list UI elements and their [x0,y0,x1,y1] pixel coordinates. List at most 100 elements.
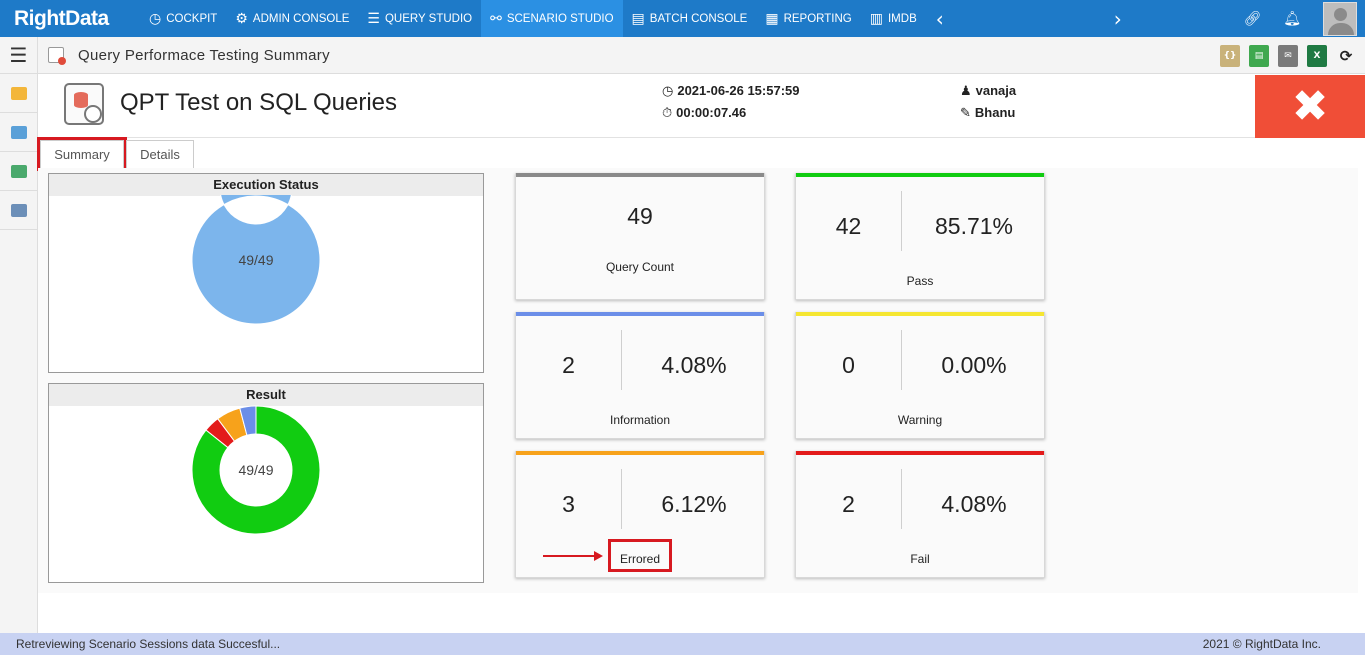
card-color-bar [516,312,764,316]
nav-label: SCENARIO STUDIO [506,12,614,25]
close-button[interactable]: ✖ [1255,75,1365,138]
page-title: Query Performace Testing Summary [78,46,330,64]
run-user: ♟ vanaja [960,83,1016,99]
nav-scenario-studio[interactable]: ⚯ SCENARIO STUDIO [481,0,623,37]
clock-icon: ◷ [662,83,674,98]
warning-label: Warning [897,413,943,427]
imdb-icon: ▥ [869,10,883,26]
batch-icon: ▤ [631,10,645,26]
qpt-scenario-icon [64,83,104,125]
pass-percent: 85.71% [934,213,1013,239]
nav-label: BATCH CONSOLE [649,12,748,25]
refresh-icon[interactable]: ⟳ [1336,44,1356,67]
nav-batch-console[interactable]: ▤ BATCH CONSOLE [623,0,757,37]
scenario-title: QPT Test on SQL Queries [120,89,398,116]
execution-status-panel: Execution Status 49/49 [48,151,484,373]
query-count-value: 49 [627,203,653,229]
email-icon[interactable]: ✉ [1278,44,1298,67]
top-nav: RightData ◷ COCKPIT ⚙ ADMIN CONSOLE ☰ QUERY… [0,0,1365,37]
card-color-bar [796,451,1044,455]
run-datetime: ◷ 2021-06-26 15:57:59 [662,83,800,99]
scenario-header: QPT Test on SQL Queries ◷ 2021-06-26 15:5… [38,75,1365,138]
tab-bar: Summary Details [37,137,1365,171]
brand-logo[interactable]: RightData [0,7,140,31]
card-color-bar [516,451,764,455]
query-count-label: Query Count [605,260,675,274]
json-export-icon[interactable]: {} [1220,44,1240,67]
gear-icon: ⚙ [235,10,248,26]
nav-admin-console[interactable]: ⚙ ADMIN CONSOLE [226,0,358,37]
nav-label: COCKPIT [166,12,218,25]
nav-reporting[interactable]: ▦ REPORTING [756,0,860,37]
tab-summary[interactable]: Summary [37,137,127,171]
fail-card[interactable]: 2 4.08% Fail [795,451,1045,578]
hamburger-menu-icon[interactable]: ☰ [0,37,37,74]
fail-label: Fail [910,552,930,566]
page-title-bar: Query Performace Testing Summary {} ▤ ✉ … [38,37,1365,74]
pass-card[interactable]: 42 85.71% Pass [795,173,1045,300]
link-icon[interactable]: 🔗︎ [1243,11,1261,27]
annotation-arrow-line [543,555,595,557]
stopwatch-icon: ⏱ [662,105,673,120]
result-chart: 49/49 [191,405,321,535]
card-color-bar [516,173,764,177]
card-color-bar [796,173,1044,177]
avatar[interactable] [1323,1,1357,36]
warning-percent: 0.00% [941,352,1007,378]
information-count: 2 [562,352,575,378]
run-duration: ⏱ 00:00:07.46 [662,105,746,121]
sidebar-monitor-icon[interactable] [0,152,37,191]
errored-percent: 6.12% [661,491,727,517]
status-bar: Retreviewing Scenario Sessions data Succ… [0,633,1365,655]
sidebar-settings-icon[interactable] [0,191,37,230]
scenario-icon: ⚯ [490,10,502,26]
left-sidebar: ☰ [0,37,38,633]
result-panel: Result 49/49 [48,383,484,583]
editor-value: Bhanu [974,105,1016,120]
nav-label: REPORTING [783,12,852,25]
information-label: Information [609,413,671,427]
database-icon [74,92,88,108]
duration-value: 00:00:07.46 [676,105,747,120]
summary-content: Execution Status 49/49 Result 49/49 49 Q… [38,151,1365,633]
nav-cockpit[interactable]: ◷ COCKPIT [140,0,226,37]
information-card[interactable]: 2 4.08% Information [515,312,765,439]
query-count-card[interactable]: 49 Query Count [515,173,765,300]
tab-details[interactable]: Details [126,140,194,168]
nav-label: IMDB [887,12,917,25]
information-percent: 4.08% [661,352,727,378]
execution-center-label: 49/49 [238,252,274,268]
copyright: 2021 © RightData Inc. [1202,637,1321,651]
bell-icon[interactable]: 🔔︎ [1283,11,1301,27]
chevron-left-icon[interactable]: ‹ [926,7,954,31]
database-icon: ☰ [367,10,380,26]
pass-label: Pass [906,274,934,288]
excel-export-icon[interactable]: X [1307,44,1327,67]
status-message: Retreviewing Scenario Sessions data Succ… [16,637,281,651]
speedometer-icon: ◷ [149,10,162,26]
run-editor: ✎ Bhanu [960,105,1015,121]
chevron-right-icon[interactable]: › [1104,7,1132,31]
datetime-value: 2021-06-26 15:57:59 [677,83,800,98]
csv-export-icon[interactable]: ▤ [1249,44,1269,67]
user-icon: ♟ [960,83,972,98]
result-center-label: 49/49 [238,462,274,478]
user-value: vanaja [975,83,1017,98]
nav-label: QUERY STUDIO [384,12,473,25]
pencil-icon: ✎ [960,105,971,120]
execution-status-chart: 49/49 [191,151,321,325]
card-color-bar [796,312,1044,316]
nav-query-studio[interactable]: ☰ QUERY STUDIO [358,0,481,37]
execution-status-title: Execution Status [49,174,483,196]
errored-highlight-box [608,539,672,572]
annotation-arrow-head [594,551,603,561]
errored-card[interactable]: 3 6.12% Errored [515,451,765,578]
result-title: Result [49,384,483,406]
nav-imdb[interactable]: ▥ IMDB [861,0,926,37]
sidebar-folder-icon[interactable] [0,74,37,113]
sidebar-add-scenario-icon[interactable] [0,113,37,152]
qpt-report-icon [48,47,66,65]
gauge-icon [84,105,102,123]
warning-card[interactable]: 0 0.00% Warning [795,312,1045,439]
errored-count: 3 [562,491,575,517]
